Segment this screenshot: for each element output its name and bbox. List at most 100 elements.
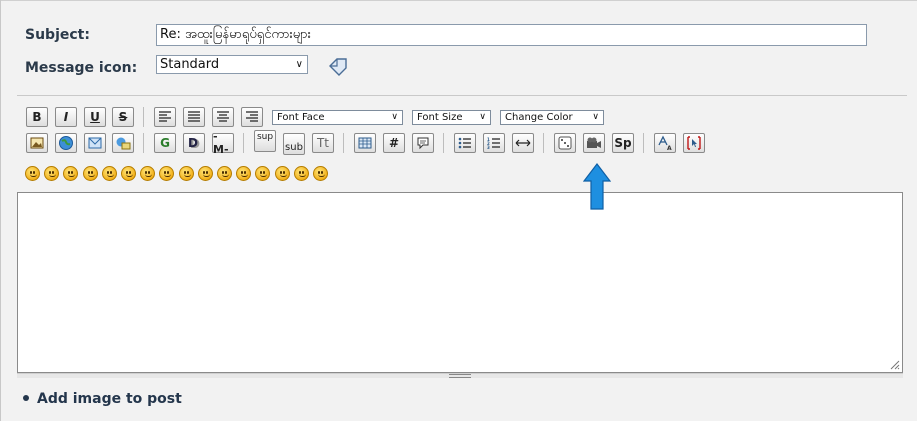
font-size-select[interactable]: Font Size ∨ [412,110,491,125]
svg-text:3: 3 [487,145,490,149]
smiley-mouth [279,174,287,177]
spellcheck-button[interactable]: A [654,133,676,153]
svg-text:A: A [667,145,672,151]
italic-icon: I [63,110,69,124]
smiley-mouth [126,174,133,177]
ftp-icon [116,137,131,150]
smiley-mouth [145,174,153,177]
subject-input[interactable]: Re: အထူးမြန်မာရုပ်ရှင်ကားများ [156,24,867,46]
smiley-grin-icon[interactable] [82,166,98,181]
toolbar-separator [143,107,144,127]
dice-button[interactable] [554,133,576,153]
chevron-down-icon: ∨ [295,59,303,70]
justify-button[interactable] [183,107,205,127]
insert-link-button[interactable] [55,133,77,153]
superscript-button[interactable]: sup [254,130,276,152]
smiley-mouth [49,174,57,177]
justify-icon [188,111,200,122]
smiley-lipsrsealed-icon[interactable] [255,166,271,181]
smiley-cheesy-icon[interactable] [63,166,79,181]
italic-button[interactable]: I [55,107,77,127]
smiley-shocked-icon[interactable] [140,166,156,181]
font-size-value: Font Size [417,112,463,123]
insert-code-button[interactable]: # [383,133,405,153]
bold-button[interactable]: B [26,107,48,127]
smiley-rolleyes-icon[interactable] [197,166,213,181]
smiley-mouth [298,174,306,177]
arrow-up-icon [583,163,611,210]
insert-quote-button[interactable] [412,133,434,153]
message-icon-select[interactable]: Standard ∨ [156,55,308,74]
bullet-list-button[interactable] [454,133,476,153]
smiley-cry-icon[interactable] [313,166,328,181]
smiley-mouth [164,174,172,177]
add-image-link[interactable]: Add image to post [23,391,182,407]
svg-text:D: D [188,136,198,150]
insert-table-button[interactable] [354,133,376,153]
smiley-angry-icon[interactable] [101,166,117,181]
smiley-smile-icon[interactable] [25,166,40,181]
smiley-undecided-icon[interactable] [274,166,290,181]
smiley-mouth [30,174,37,177]
smiley-tongue-icon[interactable] [217,166,232,181]
message-icon-select-value: Standard [160,57,220,72]
smiley-wink-icon[interactable] [44,166,60,181]
toolbar-separator [243,133,244,153]
table-icon [358,137,372,149]
align-right-button[interactable] [241,107,263,127]
bold-icon: B [32,110,42,124]
message-textarea[interactable] [17,192,903,373]
textarea-resize-bar[interactable] [17,373,903,378]
toolbar-separator [643,133,644,153]
toolbar-separator [543,133,544,153]
toolbar-separator [143,133,144,153]
smiley-kiss-icon[interactable] [293,166,309,181]
shadow-button[interactable]: DD [183,133,205,153]
insert-email-button[interactable] [84,133,106,153]
insert-ftp-button[interactable] [112,133,134,153]
font-face-select[interactable]: Font Face ∨ [272,110,403,125]
add-image-label: Add image to post [37,391,182,407]
message-icon-preview-icon [329,58,347,76]
strikethrough-icon: S [118,110,128,124]
align-left-icon [159,111,171,122]
strikethrough-button[interactable]: S [112,107,134,127]
underline-button[interactable]: U [84,107,106,127]
remove-format-button[interactable] [683,133,705,153]
shadow-icon: DD [188,136,200,150]
smiley-cool-icon[interactable] [159,166,175,181]
numbered-list-icon: 123 [487,137,500,149]
marquee-button[interactable]: -M- [212,130,234,156]
resize-grip-icon[interactable] [888,358,900,370]
smiley-huh-icon[interactable] [178,166,194,181]
dice-icon [558,136,572,150]
smiley-mouth [318,174,325,177]
change-color-select[interactable]: Change Color ∨ [500,110,604,125]
spoiler-icon: Sp [614,136,632,150]
change-color-value: Change Color [505,112,573,123]
font-face-value: Font Face [277,112,325,123]
align-left-button[interactable] [154,107,176,127]
spoiler-button[interactable]: Sp [612,133,634,153]
glow-icon: G [160,136,170,150]
bullet-icon [23,395,29,401]
smiley-embarrassed-icon[interactable] [236,166,252,181]
marquee-icon: -M- [213,130,229,156]
numbered-list-button[interactable]: 123 [483,133,505,153]
glow-button[interactable]: G [154,133,176,153]
horizontal-rule-button[interactable] [512,133,534,153]
align-right-icon [246,111,258,122]
smiley-mouth [87,174,95,177]
align-center-button[interactable] [212,107,234,127]
underline-icon: U [90,110,100,124]
subscript-button[interactable]: sub [283,133,305,155]
chevron-down-icon: ∨ [391,112,398,122]
smiley-mouth [183,174,191,177]
teletype-button[interactable]: Tt [312,133,334,153]
smiley-mouth [260,174,268,177]
insert-image-button[interactable] [26,133,48,153]
video-camera-icon [587,137,601,148]
insert-video-button[interactable] [583,133,605,153]
smiley-sad-icon[interactable] [121,166,136,181]
drag-handle-icon [449,374,471,378]
